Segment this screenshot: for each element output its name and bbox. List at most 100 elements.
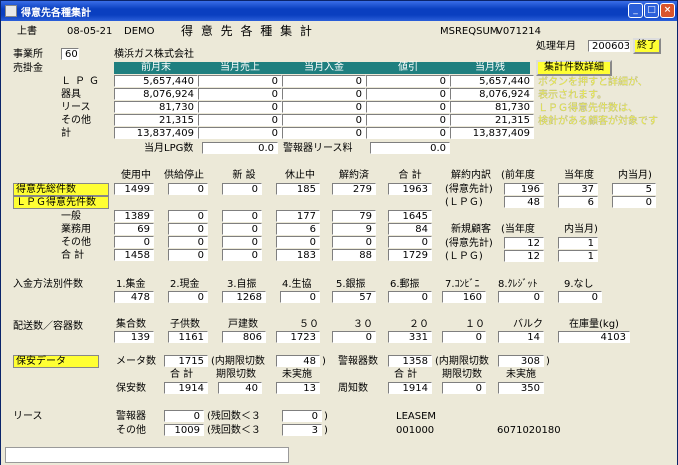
sub-label-other: その他 [61,237,91,248]
total-suspended: 185 [276,183,320,195]
deliv-val-9: 4103 [558,331,630,343]
business-cancelled: 9 [332,223,376,235]
deliv-val-5: 0 [332,331,376,343]
safety-col-total-l: 合 計 [170,369,194,380]
sum-stopped: 0 [168,249,208,261]
cancel-row2-prev: 48 [504,196,544,208]
hoan-expired: 40 [218,382,262,394]
end-button[interactable]: 終了 [633,38,661,54]
sub-label-sum: 合 計 [61,250,85,261]
window-title: 得意先各種集計 [21,8,91,19]
shuchi-total: 1914 [388,382,432,394]
office-label: 事業所 [13,49,43,60]
safety-col-exp-r: 期限切数 [442,369,482,380]
office-code-field[interactable]: 60 [61,48,79,60]
period-field[interactable]: 200603 [588,40,630,52]
cancel-row2-month: 0 [612,196,656,208]
cancel-row1-label: (得意先計) [445,184,493,195]
cell-appliance-discount: 0 [366,88,450,100]
sub-label-business: 業務用 [61,224,91,235]
new-row1-this-year: 12 [504,237,544,249]
pay-col-2: 2.現金 [170,279,200,290]
deliv-val-7: 0 [442,331,486,343]
sum-cancelled: 88 [332,249,376,261]
deliv-col-8: バルク [513,319,543,330]
cell-lpg-prev: 5,657,440 [114,75,198,87]
safety-col-total-r: 合 計 [394,369,418,380]
office-name: 横浜ガス株式会社 [114,49,194,60]
close-button[interactable]: × [660,3,675,18]
cust-col-total: 合 計 [398,170,422,181]
deliv-val-4: 1723 [276,331,320,343]
lease-code-label: LEASEM [396,411,437,422]
pay-col-8: 8.ｸﾚｼﾞｯﾄ [498,279,538,290]
cancel-row1-month: 5 [612,183,656,195]
minimize-button[interactable]: _ [628,3,643,18]
safety-col-not-r: 未実施 [506,369,536,380]
cell-total-balance: 13,837,409 [450,127,534,139]
pay-val-7: 160 [442,291,486,303]
row-label-appliance: 器具 [61,89,81,100]
lease-alarm-close: ) [324,411,328,422]
main-form: 上書 08-05-21 DEMO 得 意 先 各 種 集 計 MSREQSUM … [1,21,677,465]
title-bar[interactable]: 得意先各種集計 _ □ × [1,1,677,21]
total-sum: 1963 [388,183,432,195]
deliv-val-3: 806 [222,331,266,343]
meter-exp-label: (内期限切数 [211,356,265,367]
cust-col-cancelled: 解約済 [339,170,369,181]
alarm-value: 1358 [388,355,432,367]
cell-lpg-payments: 0 [282,75,366,87]
detail-button[interactable]: 集計件数詳細 [536,60,612,76]
maximize-button[interactable]: □ [644,3,659,18]
mode-label: 上書 [17,26,37,37]
deliv-col-2: 子供数 [170,319,200,330]
alarm-label: 警報器数 [338,356,378,367]
deliv-col-4: ５０ [299,319,319,330]
total-active: 1499 [114,183,154,195]
total-stopped: 0 [168,183,208,195]
row-label-lease: リース [61,102,91,113]
lease-other-rem-value: 3 [282,424,322,436]
row-label-total: 計 [61,128,71,139]
status-input-field[interactable] [5,447,289,463]
cust-col-new: 新 設 [232,170,256,181]
date-label: 08-05-21 [67,26,113,37]
lpg-count-label: 当月LPG数 [144,143,194,154]
app-window: 得意先各種集計 _ □ × 上書 08-05-21 DEMO 得 意 先 各 種… [0,0,678,465]
shuchi-label: 周知数 [338,383,368,394]
receivables-label: 売掛金 [13,63,43,74]
business-stopped: 0 [168,223,208,235]
cancel-col-this-year: 当年度 [564,170,594,181]
cell-total-sales: 0 [198,127,282,139]
lease-code-value: 001000 [396,425,435,436]
general-suspended: 177 [276,210,320,222]
general-new: 0 [222,210,262,222]
cancel-col-prev-year: (前年度 [501,170,535,181]
new-col-this-year: (当年度 [501,224,535,235]
cell-lease-balance: 81,730 [450,101,534,113]
sum-new: 0 [222,249,262,261]
app-icon [5,5,17,17]
hoan-not-done: 13 [276,382,320,394]
sum-suspended: 183 [276,249,320,261]
new-title: 新規顧客 [451,224,491,235]
lease-alarm-label: 警報器 [116,411,146,422]
pay-val-2: 0 [168,291,208,303]
general-stopped: 0 [168,210,208,222]
cell-other-payments: 0 [282,114,366,126]
other-sum: 0 [388,236,432,248]
meter-label: メータ数 [116,356,156,367]
cell-appliance-balance: 8,076,924 [450,88,534,100]
pay-col-7: 7.ｺﾝﾋﾞﾆ [445,279,480,290]
deliv-val-6: 331 [388,331,432,343]
info-note-4: 検針がある顧客が対象です [538,116,658,127]
row-label-lpg: ＬＰＧ [61,76,103,87]
new-row2-label: (ＬＰＧ) [445,251,483,262]
deliv-val-1: 139 [114,331,154,343]
pay-col-5: 5.銀振 [336,279,366,290]
sum-sum: 1729 [388,249,432,261]
cancel-row1-this: 37 [558,183,598,195]
lpg-count-value: 0.0 [202,142,278,154]
lease-other-rem-label: (残回数＜３ [207,425,261,436]
alarm-exp-value: 308 [498,355,544,367]
